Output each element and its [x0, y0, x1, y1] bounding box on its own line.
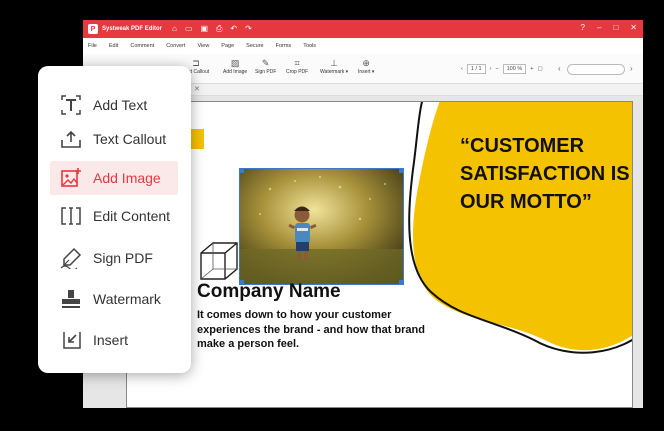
pdf-page: MPANY “CUSTOMER SATISFACTION IS OUR MOTT… — [126, 101, 633, 408]
home-icon[interactable]: ⌂ — [172, 24, 177, 34]
add-image-icon — [61, 168, 81, 187]
crop-icon: ⌗ — [294, 58, 300, 68]
resize-handle-nw[interactable] — [240, 169, 244, 173]
edit-tools-panel: Add Text Text Callout Add Image Edit Con… — [38, 66, 191, 373]
watermark-tool[interactable]: ⊥ Watermark ▾ — [320, 58, 348, 75]
folder-icon[interactable]: ▭ — [185, 24, 193, 34]
text-callout-icon — [61, 130, 81, 148]
menu-bar: File Edit Comment Convert View Page Secu… — [83, 38, 643, 54]
panel-item-add-image[interactable]: Add Image — [38, 161, 191, 195]
stamp-icon: ⊥ — [330, 58, 338, 68]
insert-icon — [63, 332, 81, 349]
menu-forms[interactable]: Forms — [276, 43, 292, 49]
menu-page[interactable]: Page — [221, 43, 234, 49]
title-bar: P Systweak PDF Editor ⌂ ▭ ▣ ⎙ ↶ ↷ ? – □ … — [83, 20, 643, 38]
crop-pdf-tool[interactable]: ⌗ Crop PDF — [286, 58, 308, 75]
resize-handle-ne[interactable] — [399, 169, 403, 173]
close-icon[interactable]: ✕ — [630, 23, 637, 32]
company-description: It comes down to how your customer exper… — [197, 309, 425, 350]
company-name: Company Name — [197, 281, 341, 302]
menu-secure[interactable]: Secure — [246, 43, 263, 49]
insert-tool[interactable]: ⊕ Insert ▾ — [358, 58, 374, 75]
sign-pdf-icon — [60, 247, 82, 269]
menu-file[interactable]: File — [88, 43, 97, 49]
insert-icon: ⊕ — [362, 58, 370, 68]
menu-tools[interactable]: Tools — [303, 43, 316, 49]
search-next-icon[interactable]: › — [630, 64, 633, 73]
prev-page-icon[interactable]: ‹ — [461, 66, 463, 72]
minimize-icon[interactable]: – — [597, 23, 601, 32]
page-input[interactable]: 1 / 1 — [466, 64, 486, 74]
panel-item-text-callout[interactable]: Text Callout — [38, 122, 191, 156]
page-navigator: ‹ 1 / 1 › − 100 % + ▢ — [461, 64, 543, 74]
selected-image[interactable] — [239, 168, 404, 285]
menu-convert[interactable]: Convert — [166, 43, 185, 49]
resize-handle-se[interactable] — [399, 280, 403, 284]
text-callout-icon: ⊐ — [192, 58, 200, 68]
app-title: Systweak PDF Editor — [102, 26, 163, 32]
motto-text: “CUSTOMER SATISFACTION IS OUR MOTTO” — [460, 135, 630, 213]
save-icon[interactable]: ▣ — [200, 24, 208, 34]
watermark-icon — [62, 290, 80, 308]
panel-item-insert[interactable]: Insert — [38, 323, 191, 357]
print-icon[interactable]: ⎙ — [216, 24, 222, 34]
menu-edit[interactable]: Edit — [109, 43, 118, 49]
menu-comment[interactable]: Comment — [130, 43, 154, 49]
edit-content-icon — [61, 207, 81, 225]
maximize-icon[interactable]: □ — [613, 23, 618, 32]
zoom-in-button[interactable]: + — [530, 66, 533, 72]
panel-item-sign-pdf[interactable]: Sign PDF — [38, 241, 191, 275]
close-tab-icon[interactable]: ✕ — [194, 85, 200, 93]
undo-icon[interactable]: ↶ — [230, 24, 237, 34]
next-page-icon[interactable]: › — [490, 66, 492, 72]
panel-item-watermark[interactable]: Watermark — [38, 282, 191, 316]
add-text-icon — [61, 95, 81, 115]
zoom-out-button[interactable]: − — [495, 66, 498, 72]
sign-pdf-tool[interactable]: ✎ Sign PDF — [255, 58, 276, 75]
child-photo — [240, 169, 403, 284]
search-prev-icon[interactable]: ‹ — [558, 64, 561, 73]
cube-icon — [200, 242, 238, 280]
pen-icon: ✎ — [261, 58, 270, 68]
menu-view[interactable]: View — [197, 43, 209, 49]
image-icon: ▨ — [230, 58, 240, 68]
redo-icon[interactable]: ↷ — [245, 24, 252, 34]
panel-item-edit-content[interactable]: Edit Content — [38, 199, 191, 233]
help-icon[interactable]: ? — [581, 23, 585, 32]
add-image-tool[interactable]: ▨ Add Image — [223, 58, 247, 75]
fit-page-icon[interactable]: ▢ — [537, 66, 542, 72]
search-input[interactable] — [567, 64, 625, 75]
zoom-field[interactable]: 100 % — [502, 64, 527, 74]
app-logo: P — [88, 24, 98, 34]
panel-item-add-text[interactable]: Add Text — [38, 88, 191, 122]
